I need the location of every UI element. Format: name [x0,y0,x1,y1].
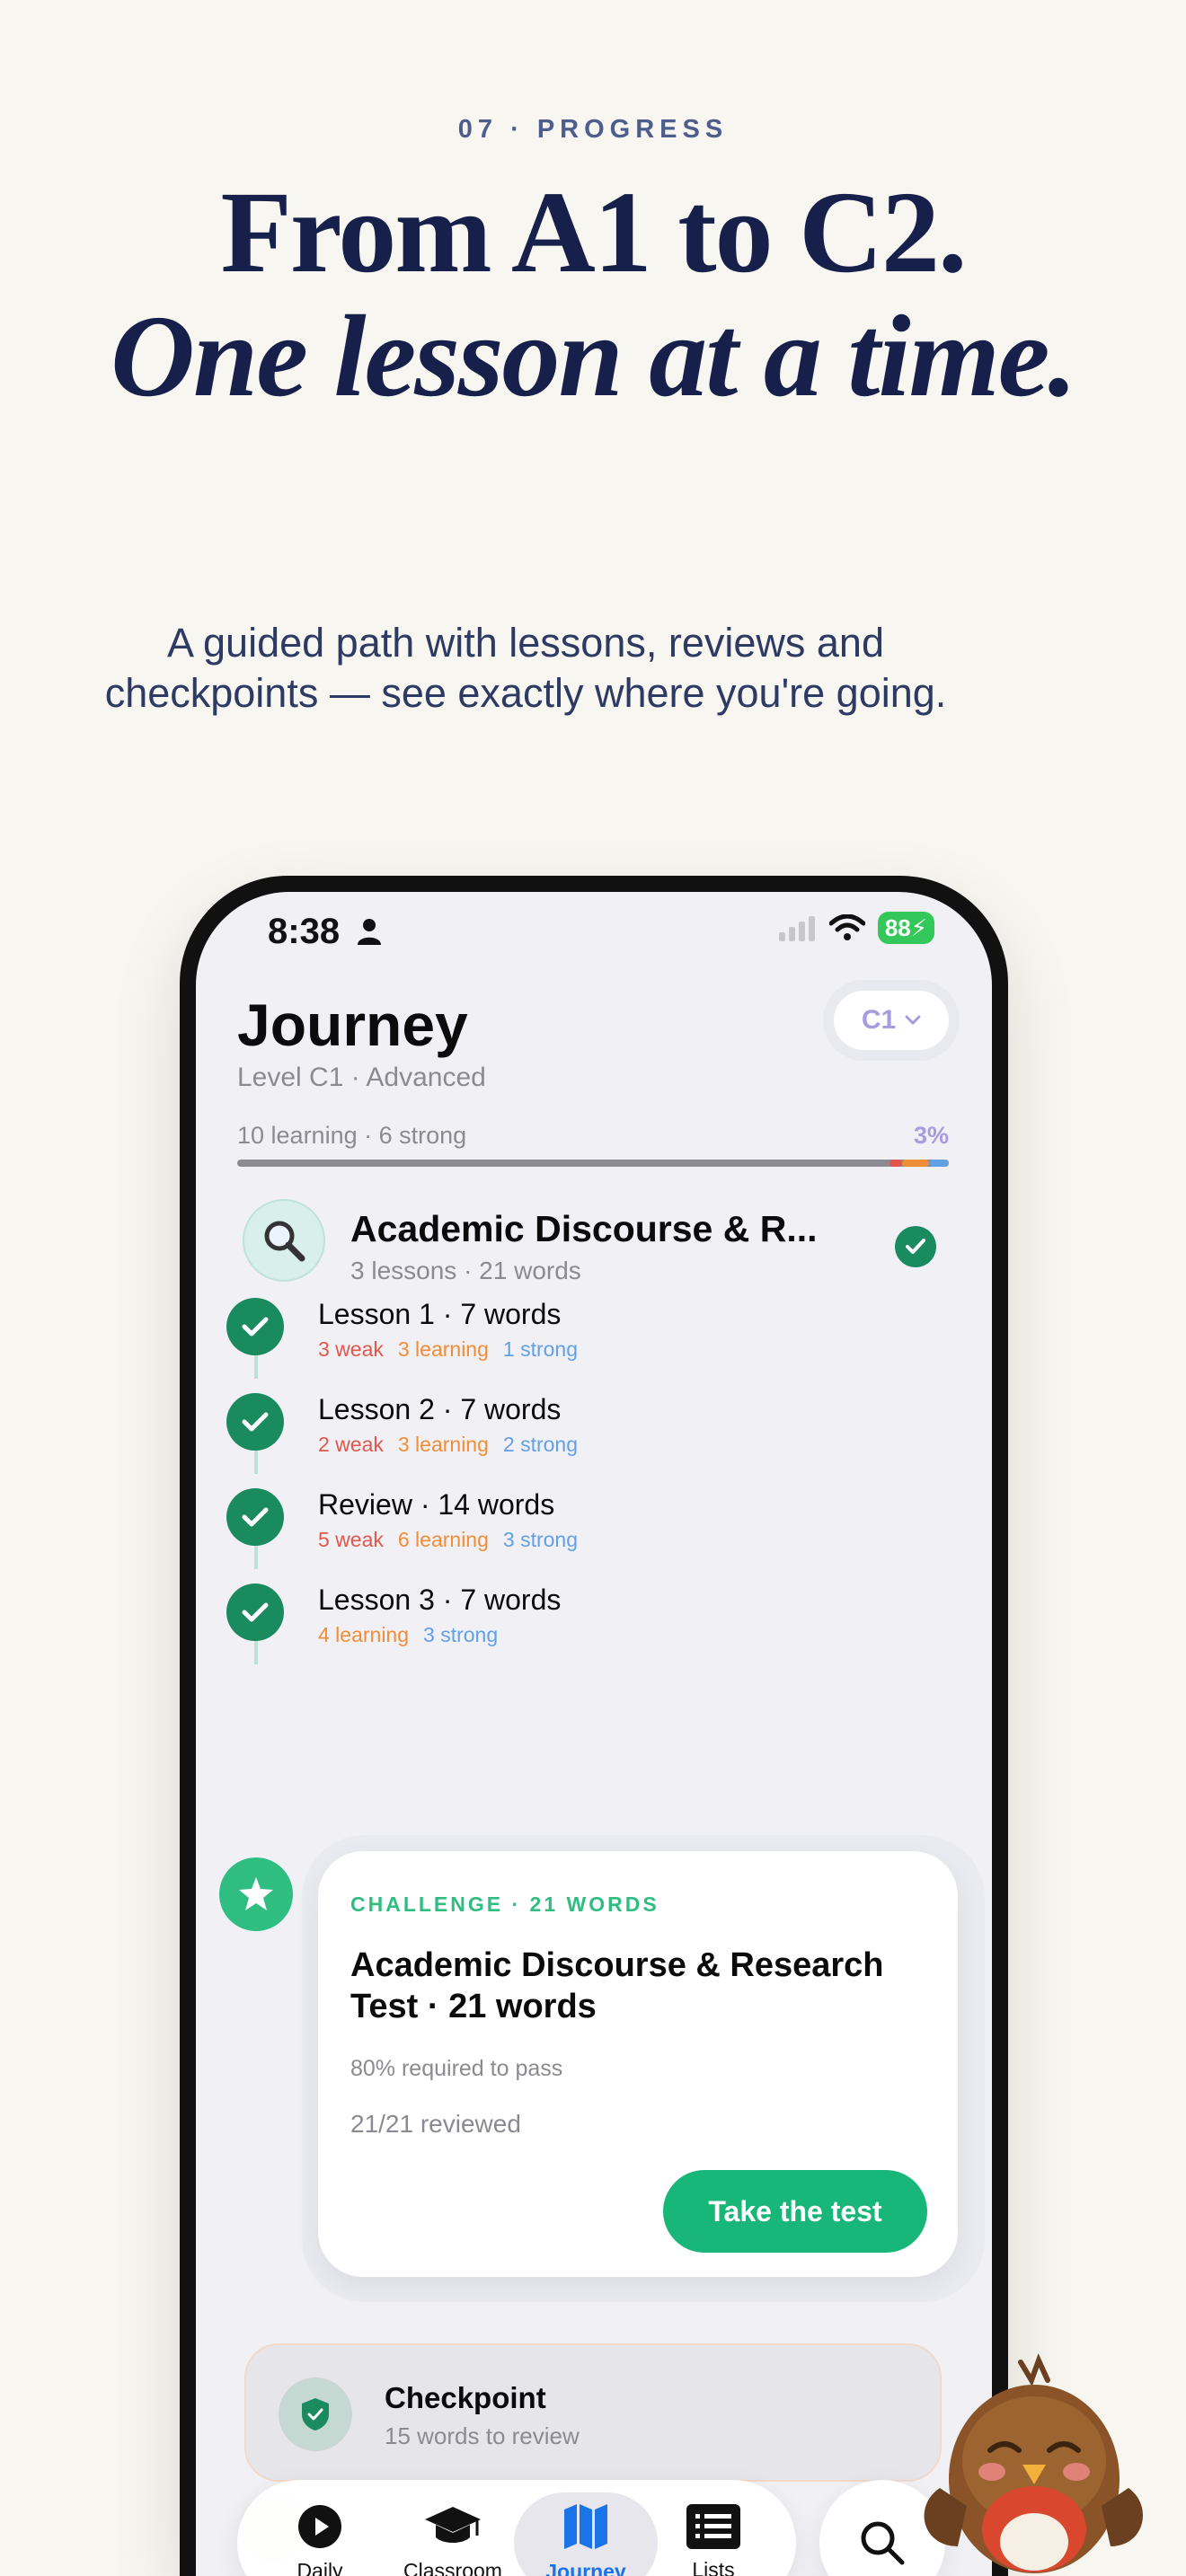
marketing-headline: From A1 to C2. One lesson at a time. [0,171,1186,419]
challenge-reviewed: 21/21 reviewed [350,2110,521,2138]
progress-segment-weak [890,1160,902,1167]
tab-label: Journey [545,2559,626,2576]
lesson-complete-check-icon[interactable] [226,1488,284,1546]
tab-bar: Daily Classroom Journey Lists [237,2480,796,2576]
progress-segment-learning [902,1160,929,1167]
battery-level: 88 [884,914,911,941]
checkpoint-subtitle: 15 words to review [385,2422,580,2449]
progress-bar [237,1160,949,1167]
graduation-cap-icon [425,2506,481,2543]
lesson-title[interactable]: Lesson 3 · 7 words [318,1584,561,1617]
take-test-button[interactable]: Take the test [663,2170,927,2253]
headline-line-1: From A1 to C2. [220,168,968,297]
phone-frame: 8:38 88⚡ Journey Level C1 · Advanced C1 [180,876,1008,2576]
star-icon [219,1857,293,1931]
signal-icon [778,916,815,941]
lesson-complete-check-icon[interactable] [226,1298,284,1355]
challenge-card: CHALLENGE · 21 WORDS Academic Discourse … [318,1851,958,2277]
challenge-requirement: 80% required to pass [350,2056,563,2081]
headline-line-2: One lesson at a time. [111,292,1077,421]
lesson-complete-check-icon[interactable] [226,1584,284,1641]
learning-count: 3 learning [397,1433,489,1456]
page-title: Journey [237,992,468,1058]
battery-indicator: 88⚡ [877,912,934,944]
tab-label: Lists [692,2557,735,2576]
map-icon [564,2503,607,2549]
status-time: 8:38 [268,912,341,951]
path-connector [254,1544,258,1569]
checkpoint-card[interactable]: Checkpoint 15 words to review [244,2343,942,2482]
search-icon [861,2521,905,2565]
unit-complete-check-icon [895,1226,936,1267]
path-connector [254,1449,258,1474]
app-screen: 8:38 88⚡ Journey Level C1 · Advanced C1 [196,892,992,2576]
tab-lists[interactable]: Lists [642,2492,785,2576]
tab-label: Classroom [403,2558,502,2576]
lesson-title[interactable]: Review · 14 words [318,1488,554,1522]
tab-label: Daily [296,2558,343,2576]
section-eyebrow: 07 · PROGRESS [457,115,729,144]
weak-count: 5 weak [318,1528,384,1551]
lesson-title[interactable]: Lesson 1 · 7 words [318,1298,561,1331]
weak-count: 2 weak [318,1433,384,1456]
progress-percent: 3% [913,1122,949,1149]
marketing-subhead: A guided path with lessons, reviews and … [104,620,947,716]
wifi-icon [828,914,865,940]
challenge-eyebrow: CHALLENGE · 21 WORDS [350,1892,659,1916]
learning-count: 3 learning [397,1337,489,1361]
learning-count: 4 learning [318,1623,410,1646]
progress-summary: 10 learning · 6 strong [237,1122,467,1149]
lesson-stats: 4 learning 3 strong [318,1623,498,1647]
tab-journey[interactable]: Journey [514,2492,658,2576]
learning-count: 6 learning [397,1528,489,1551]
strong-count: 1 strong [502,1337,579,1361]
tab-daily[interactable]: Daily [248,2492,392,2576]
list-icon [686,2503,740,2549]
tab-classroom[interactable]: Classroom [381,2492,525,2576]
person-icon [358,919,381,945]
path-connector [254,1354,258,1379]
weak-count: 3 weak [318,1337,384,1361]
lesson-complete-check-icon[interactable] [226,1393,284,1451]
checkpoint-title: Checkpoint [385,2381,546,2414]
bird-mascot-icon [924,2353,1144,2573]
strong-count: 2 strong [502,1433,579,1456]
lesson-stats: 2 weak 3 learning 2 strong [318,1433,578,1457]
challenge-title: Academic Discourse & Research Test · 21 … [350,1946,884,2025]
play-icon [298,2504,341,2548]
status-icons: 88⚡ [778,912,934,944]
level-selector[interactable]: C1 [834,991,949,1050]
strong-count: 3 strong [502,1528,579,1551]
chevron-down-icon [905,1015,921,1026]
level-subtitle: Level C1 · Advanced [237,1063,486,1092]
lesson-title[interactable]: Lesson 2 · 7 words [318,1393,561,1426]
path-connector [254,1639,258,1664]
magnifier-icon [243,1199,325,1282]
shield-check-icon [279,2378,352,2451]
unit-subtitle: 3 lessons · 21 words [350,1257,581,1284]
unit-title[interactable]: Academic Discourse & R... [350,1208,818,1250]
strong-count: 3 strong [423,1623,499,1646]
lesson-stats: 5 weak 6 learning 3 strong [318,1528,578,1552]
progress-segment-strong [929,1160,949,1167]
lesson-stats: 3 weak 3 learning 1 strong [318,1337,578,1362]
level-selector-value: C1 [861,1005,897,1035]
